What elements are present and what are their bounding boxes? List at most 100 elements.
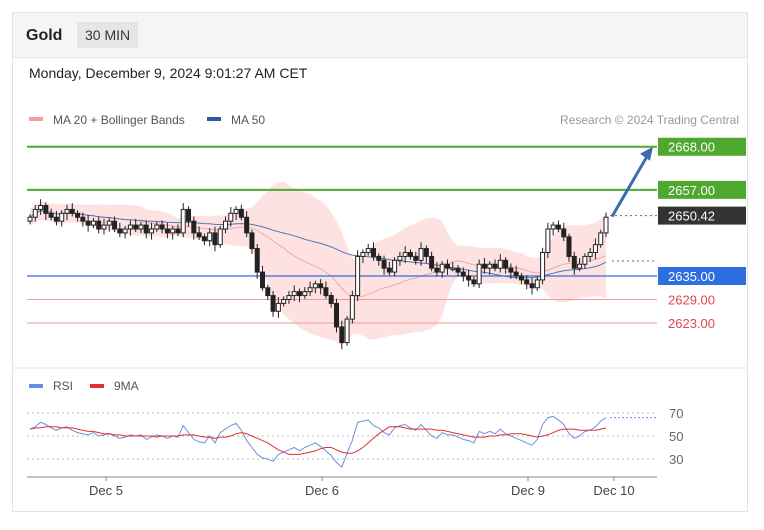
candle-body	[444, 263, 450, 269]
candle-body	[223, 220, 229, 230]
candle-body	[254, 248, 260, 273]
candle-body	[106, 220, 112, 226]
candle-body	[386, 267, 392, 273]
candle-body	[133, 224, 139, 230]
candle-body	[566, 236, 572, 257]
candle-body	[196, 232, 202, 238]
ma50-legend-swatch	[207, 117, 221, 121]
candle-body	[122, 228, 128, 234]
candle-body	[265, 287, 271, 297]
rsi-ma-line	[29, 426, 607, 455]
candle-body	[117, 228, 123, 234]
candle-body	[297, 291, 303, 297]
support-label: 2623.00	[668, 316, 715, 331]
candle-body	[43, 204, 49, 214]
rsi-tick-label: 50	[669, 429, 683, 444]
candle-body	[545, 228, 551, 253]
candle-body	[429, 255, 435, 269]
rsi-ma-legend-label: 9MA	[114, 379, 139, 393]
candle-body	[439, 263, 445, 273]
candle-body	[365, 248, 371, 253]
candle-body	[228, 212, 234, 222]
candle-body	[587, 251, 593, 257]
candle-body	[339, 326, 345, 344]
candle-body	[244, 216, 250, 234]
support-label: 2629.00	[668, 293, 715, 308]
candle-body	[175, 228, 181, 234]
candle-body	[275, 302, 281, 312]
candle-body	[27, 216, 33, 222]
candle-body	[186, 208, 192, 222]
candle-body	[577, 263, 583, 269]
candle-body	[201, 236, 207, 242]
candle-body	[38, 204, 44, 210]
candle-body	[555, 224, 561, 230]
candle-body	[64, 208, 70, 214]
credit-text: Research © 2024 Trading Central	[560, 113, 739, 127]
candle-body	[518, 275, 524, 281]
candle-body	[69, 208, 75, 214]
candle-body	[96, 220, 102, 230]
candle-body	[434, 267, 440, 273]
candle-body	[413, 255, 419, 261]
candle-body	[233, 208, 239, 214]
candle-body	[260, 271, 266, 289]
candle-body	[127, 224, 133, 230]
resistance-label: 2657.00	[668, 183, 715, 198]
candle-body	[471, 279, 477, 285]
price-chart: MA 20 + Bollinger Bands MA 50 Research © 2…	[13, 113, 747, 498]
candle-body	[582, 255, 588, 265]
x-tick-label: Dec 9	[511, 483, 545, 498]
candle-body	[312, 283, 318, 289]
ma20-legend-swatch	[29, 117, 43, 121]
resistance-label: 2668.00	[668, 140, 715, 155]
bollinger-band	[30, 181, 606, 345]
candle-body	[344, 318, 350, 344]
candle-body	[191, 220, 197, 234]
candle-body	[381, 259, 387, 269]
candle-body	[460, 271, 466, 277]
x-tick-label: Dec 10	[593, 483, 634, 498]
candle-body	[75, 212, 81, 218]
candle-body	[550, 224, 556, 230]
candle-body	[360, 251, 366, 257]
candle-body	[524, 279, 530, 285]
candle-body	[534, 279, 540, 289]
candle-body	[423, 248, 429, 257]
candle-body	[349, 295, 355, 320]
candle-body	[418, 248, 424, 261]
candle-body	[249, 232, 255, 250]
candle-body	[159, 224, 165, 230]
candle-body	[80, 216, 86, 222]
candle-body	[212, 232, 218, 246]
candle-body	[529, 283, 535, 289]
candle-body	[270, 295, 276, 312]
candle-body	[513, 271, 519, 277]
candle-body	[487, 263, 493, 269]
candle-body	[291, 291, 297, 297]
candle-body	[476, 263, 482, 285]
rsi-legend-label: RSI	[53, 379, 73, 393]
x-tick-label: Dec 6	[305, 483, 339, 498]
candle-body	[508, 267, 514, 273]
forecast-arrow	[610, 153, 650, 218]
candle-body	[307, 287, 313, 293]
candle-body	[370, 248, 376, 257]
candle-body	[598, 232, 604, 246]
candle-body	[540, 251, 546, 281]
candle-body	[170, 228, 176, 234]
candle-body	[281, 299, 287, 304]
candle-body	[392, 259, 398, 273]
candle-body	[143, 224, 149, 234]
candle-body	[328, 295, 334, 304]
candle-body	[402, 251, 408, 257]
x-tick-label: Dec 5	[89, 483, 123, 498]
candle-body	[333, 302, 339, 328]
candle-body	[101, 224, 107, 230]
candle-body	[397, 255, 403, 261]
candle-body	[407, 251, 413, 257]
candle-body	[323, 287, 329, 297]
current-price-label: 2650.42	[668, 209, 715, 224]
candle-body	[603, 216, 609, 234]
candle-body	[592, 244, 598, 253]
